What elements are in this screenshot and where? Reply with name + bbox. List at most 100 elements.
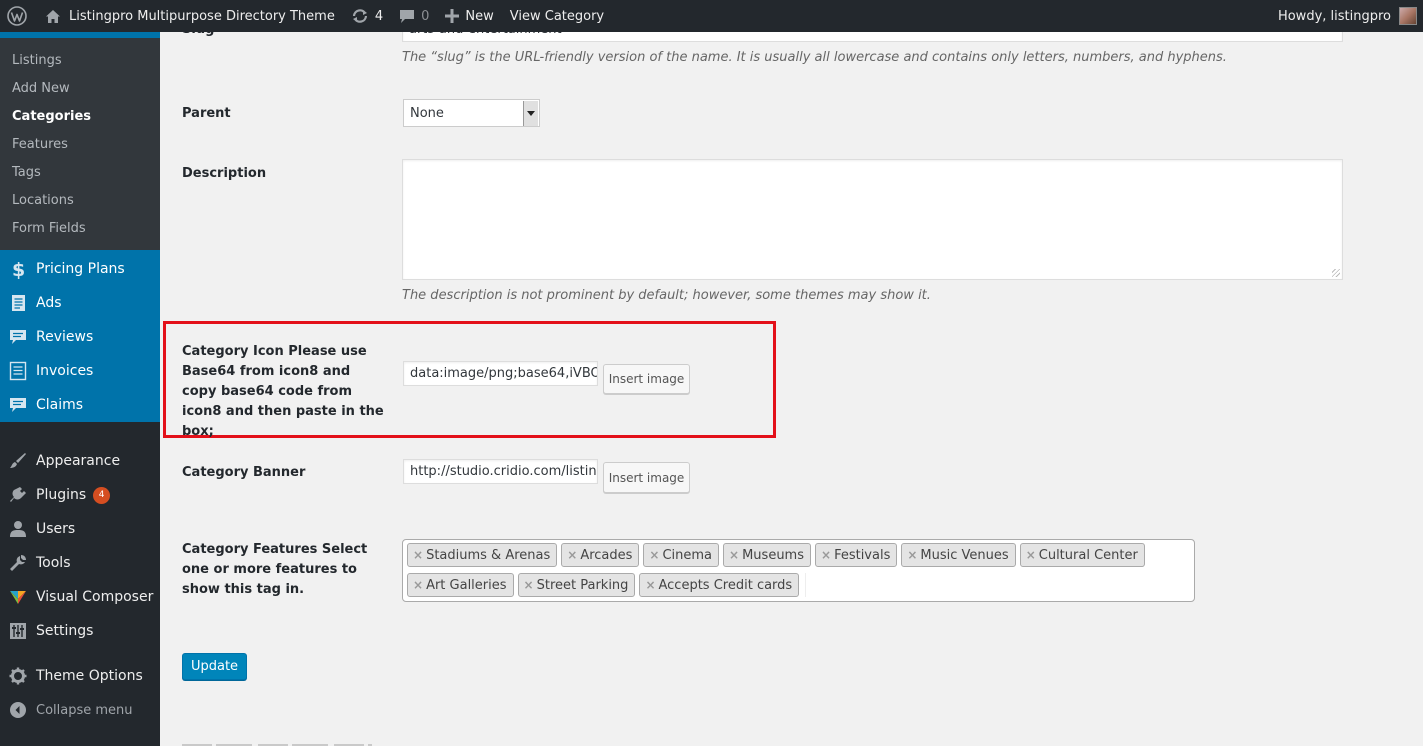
sidebar-item-ads[interactable]: Ads bbox=[0, 286, 160, 320]
sidebar-item-label: Invoices bbox=[36, 363, 94, 379]
site-name-link[interactable]: Listingpro Multipurpose Directory Theme bbox=[37, 0, 343, 32]
parent-select[interactable]: None bbox=[403, 99, 540, 127]
user-icon bbox=[8, 519, 28, 539]
collapse-menu-button[interactable]: Collapse menu bbox=[0, 693, 160, 727]
sidebar-item-visual-composer[interactable]: Visual Composer bbox=[0, 580, 160, 614]
view-category-link[interactable]: View Category bbox=[502, 0, 612, 32]
feature-tag: × Cinema bbox=[643, 543, 720, 567]
svg-text:$: $ bbox=[12, 259, 25, 279]
dollar-icon: $ bbox=[8, 259, 28, 279]
remove-tag-icon[interactable]: × bbox=[524, 578, 534, 592]
sidebar-item-label: Pricing Plans bbox=[36, 261, 125, 277]
submenu-form-fields[interactable]: Form Fields bbox=[0, 215, 160, 243]
remove-tag-icon[interactable]: × bbox=[821, 548, 831, 562]
submenu-categories[interactable]: Categories bbox=[0, 103, 160, 131]
updates-link[interactable]: 4 bbox=[343, 0, 391, 32]
view-category-label: View Category bbox=[509, 8, 605, 24]
sidebar-item-tools[interactable]: Tools bbox=[0, 546, 160, 580]
sidebar-item-settings[interactable]: Settings bbox=[0, 614, 160, 648]
submenu-add-new[interactable]: Add New bbox=[0, 75, 160, 103]
collapse-menu-label: Collapse menu bbox=[36, 702, 133, 718]
sidebar-item-label: Settings bbox=[36, 623, 94, 639]
feature-tag: × Art Galleries bbox=[407, 573, 514, 597]
remove-tag-icon[interactable]: × bbox=[567, 548, 577, 562]
insert-banner-image-button[interactable]: Insert image bbox=[603, 462, 690, 493]
listings-submenu: Listings Add New Categories Features Tag… bbox=[0, 32, 160, 250]
sidebar-item-label: Users bbox=[36, 521, 76, 537]
category-icon-label: Category Icon Please use Base64 from ico… bbox=[182, 344, 384, 439]
sidebar-item-plugins[interactable]: Plugins 4 bbox=[0, 478, 160, 512]
category-icon-input[interactable]: data:image/png;base64,iVBOR bbox=[403, 361, 598, 386]
feature-tag: × Arcades bbox=[561, 543, 640, 567]
insert-icon-image-button[interactable]: Insert image bbox=[603, 364, 690, 394]
category-banner-input[interactable]: http://studio.cridio.com/listing bbox=[403, 459, 598, 484]
invoice-icon bbox=[8, 361, 28, 381]
listingpro-menu-group: $ Pricing Plans Ads Reviews Invoices Cla… bbox=[0, 250, 160, 422]
chevron-down-icon bbox=[523, 101, 538, 126]
admin-sidebar: Listings Add New Categories Features Tag… bbox=[0, 32, 160, 746]
sidebar-item-appearance[interactable]: Appearance bbox=[0, 444, 160, 478]
sidebar-item-label: Visual Composer bbox=[36, 589, 154, 605]
sidebar-item-claims[interactable]: Claims bbox=[0, 388, 160, 422]
submenu-tags[interactable]: Tags bbox=[0, 159, 160, 187]
new-label: New bbox=[465, 8, 494, 24]
description-textarea[interactable] bbox=[402, 159, 1343, 280]
document-icon bbox=[8, 293, 28, 313]
category-features-label: Category Features Select one or more fea… bbox=[182, 542, 368, 597]
remove-tag-icon[interactable]: × bbox=[907, 548, 917, 562]
cut-off-text bbox=[182, 740, 1382, 746]
feature-tag-label: Arcades bbox=[580, 547, 633, 563]
wrench-icon bbox=[8, 553, 28, 573]
feature-tag: × Festivals bbox=[815, 543, 898, 567]
submenu-locations[interactable]: Locations bbox=[0, 187, 160, 215]
sidebar-item-label: Plugins bbox=[36, 487, 87, 503]
new-content-link[interactable]: New bbox=[437, 0, 501, 32]
feature-tag: × Museums bbox=[723, 543, 811, 567]
features-search-field[interactable] bbox=[805, 573, 807, 597]
remove-tag-icon[interactable]: × bbox=[1026, 548, 1036, 562]
sidebar-item-pricing-plans[interactable]: $ Pricing Plans bbox=[0, 252, 160, 286]
resize-grip-icon[interactable] bbox=[1332, 269, 1340, 277]
sidebar-item-theme-options[interactable]: Theme Options bbox=[0, 659, 160, 693]
collapse-arrow-icon bbox=[8, 700, 28, 720]
feature-tag-label: Street Parking bbox=[536, 577, 629, 593]
comment-icon bbox=[8, 395, 28, 415]
comment-icon bbox=[8, 327, 28, 347]
plug-icon bbox=[8, 485, 28, 505]
feature-tag-label: Accepts Credit cards bbox=[658, 577, 793, 593]
remove-tag-icon[interactable]: × bbox=[413, 578, 423, 592]
remove-tag-icon[interactable]: × bbox=[413, 548, 423, 562]
feature-tag-label: Cultural Center bbox=[1038, 547, 1138, 563]
feature-tag-label: Stadiums & Arenas bbox=[426, 547, 551, 563]
feature-tag: × Cultural Center bbox=[1019, 543, 1145, 567]
updates-count: 4 bbox=[374, 8, 384, 24]
admin-bar: Listingpro Multipurpose Directory Theme … bbox=[0, 0, 1423, 32]
sidebar-item-reviews[interactable]: Reviews bbox=[0, 320, 160, 354]
sidebar-item-label: Theme Options bbox=[36, 668, 143, 684]
feature-tag: × Accepts Credit cards bbox=[639, 573, 800, 597]
update-button[interactable]: Update bbox=[182, 653, 247, 680]
feature-tag-label: Art Galleries bbox=[426, 577, 507, 593]
remove-tag-icon[interactable]: × bbox=[645, 578, 655, 592]
feature-tag-label: Cinema bbox=[662, 547, 713, 563]
home-icon bbox=[45, 9, 61, 24]
feature-tag: × Music Venues bbox=[901, 543, 1016, 567]
remove-tag-icon[interactable]: × bbox=[729, 548, 739, 562]
sidebar-item-users[interactable]: Users bbox=[0, 512, 160, 546]
remove-tag-icon[interactable]: × bbox=[649, 548, 659, 562]
features-multiselect[interactable]: × Stadiums & Arenas × Arcades × Cinema × Mus… bbox=[402, 539, 1195, 602]
feature-tag-label: Festivals bbox=[834, 547, 891, 563]
comments-count: 0 bbox=[421, 8, 430, 24]
wordpress-logo-icon[interactable] bbox=[0, 0, 37, 32]
submenu-features[interactable]: Features bbox=[0, 131, 160, 159]
sidebar-item-invoices[interactable]: Invoices bbox=[0, 354, 160, 388]
comments-link[interactable]: 0 bbox=[391, 0, 437, 32]
sidebar-item-label: Appearance bbox=[36, 453, 121, 469]
plus-icon bbox=[445, 9, 460, 23]
my-account[interactable]: Howdy, listingpro bbox=[1278, 0, 1423, 32]
feature-tag-label: Museums bbox=[742, 547, 804, 563]
submenu-top-indicator bbox=[0, 32, 160, 38]
submenu-listings[interactable]: Listings bbox=[0, 47, 160, 75]
updates-icon bbox=[351, 8, 369, 24]
sidebar-item-label: Reviews bbox=[36, 329, 94, 345]
